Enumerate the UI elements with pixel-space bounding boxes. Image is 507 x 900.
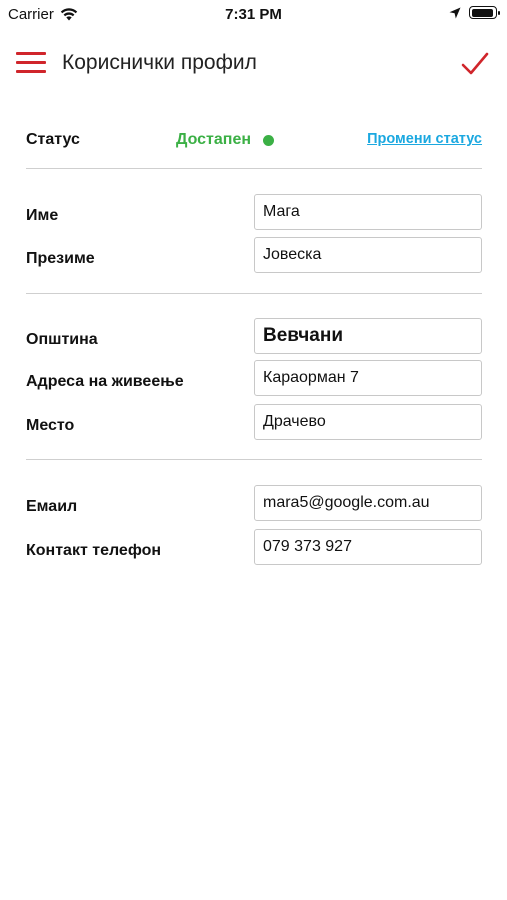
place-field[interactable]	[254, 404, 482, 440]
page-title: Кориснички профил	[62, 51, 257, 74]
save-button[interactable]	[459, 48, 491, 80]
street-label: Адреса на живеење	[26, 373, 184, 390]
municipality-label: Општина	[26, 331, 98, 348]
street-field[interactable]	[254, 360, 482, 396]
navigation-bar: Кориснички профил	[0, 40, 507, 86]
phone-label: Контакт телефон	[26, 542, 162, 559]
status-dot-icon	[263, 134, 275, 146]
last-name-label: Презиме	[26, 250, 95, 267]
battery-level	[471, 8, 494, 17]
hamburger-menu-icon	[16, 52, 46, 55]
menu-button[interactable]	[16, 50, 46, 76]
checkmark-icon	[461, 52, 489, 75]
battery-icon	[469, 6, 500, 19]
email-label: Емаил	[26, 498, 78, 515]
phone-field[interactable]	[254, 529, 482, 565]
place-label: Место	[26, 417, 75, 434]
location-arrow-icon	[449, 7, 461, 18]
clock: 7:31 PM	[225, 6, 282, 23]
change-status-link[interactable]: Промени статус	[367, 131, 482, 147]
last-name-field[interactable]	[254, 237, 482, 273]
status-bar: Carrier 7:31 PM	[0, 0, 507, 30]
status-label: Статус	[26, 131, 80, 148]
municipality-field[interactable]	[254, 318, 482, 354]
divider	[26, 293, 482, 294]
first-name-field[interactable]	[254, 194, 482, 230]
email-field[interactable]	[254, 485, 482, 521]
status-value-group: Достапен	[176, 131, 275, 149]
menu-icon-line	[16, 61, 46, 64]
status-value: Достапен	[176, 131, 252, 148]
first-name-label: Име	[26, 207, 59, 224]
divider	[26, 168, 482, 169]
menu-icon-line	[16, 70, 46, 73]
status-icons	[449, 6, 500, 19]
divider	[26, 459, 482, 460]
